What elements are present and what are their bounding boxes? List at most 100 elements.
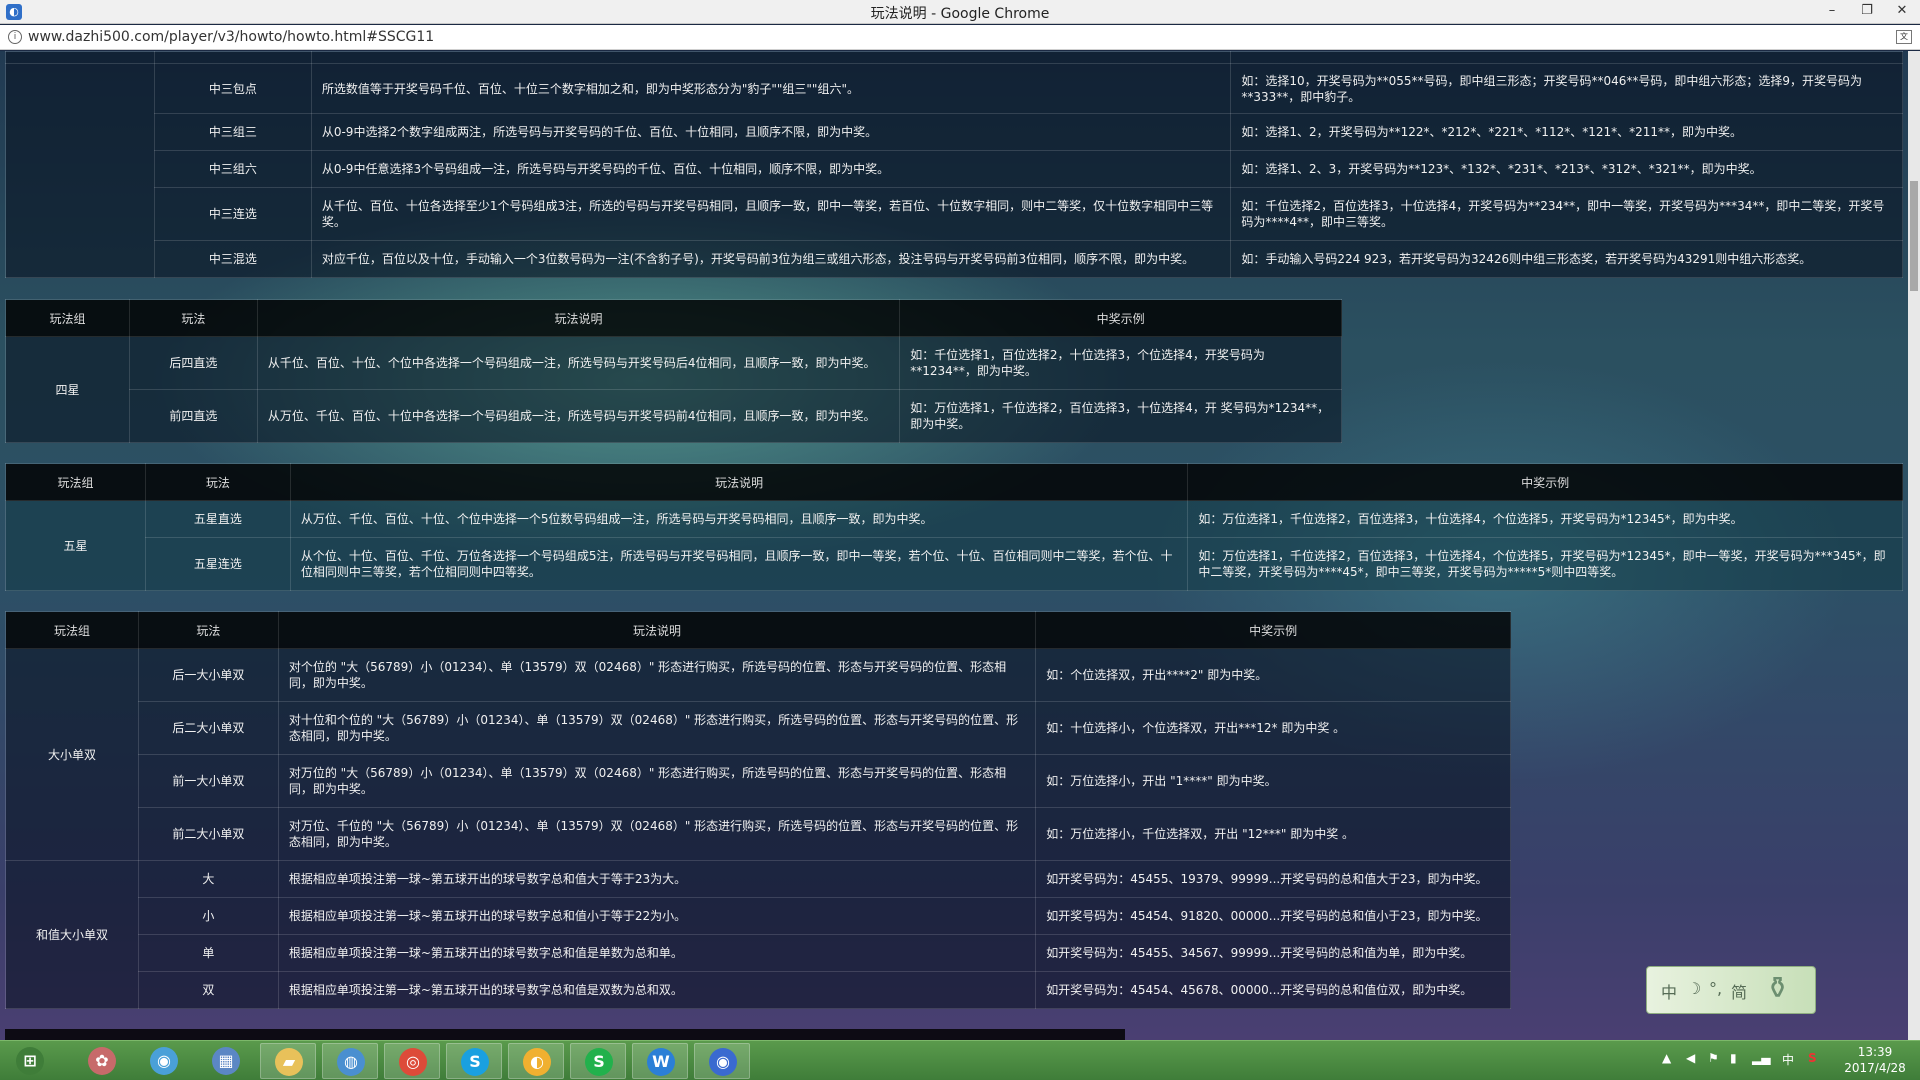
- restore-button[interactable]: ❐: [1850, 0, 1884, 22]
- desc-cell: 从0-9中任意选择3个号码组成一注，所选号码与开奖号码的千位、百位、十位相同，顺…: [310, 150, 1232, 188]
- play-cell: 中三组三: [153, 113, 312, 151]
- table-row: 中三包点 所选数值等于开奖号码千位、百位、十位三个数字相加之和，即为中奖形态分为…: [5, 63, 1903, 278]
- desc-cell: 对万位、千位的 "大（56789）小（01234）、单（13579）双（0246…: [277, 807, 1037, 861]
- page-scrollbar[interactable]: [1908, 51, 1920, 1040]
- ime-lang[interactable]: 中: [1661, 979, 1677, 1003]
- play-cell: 前二大小单双: [137, 807, 279, 861]
- folder-icon: ▰: [275, 1048, 303, 1076]
- desc-cell: 根据相应单项投注第一球~第五球开出的球号数字总和值大于等于23为大。: [277, 860, 1037, 898]
- desc-cell: 从个位、十位、百位、千位、万位各选择一个号码组成5注，所选号码与开奖号码相同，且…: [289, 537, 1189, 591]
- close-button[interactable]: ✕: [1885, 0, 1919, 22]
- network-icon: ◍: [337, 1048, 365, 1076]
- table-daxiaodanshuang: 玩法组 玩法 玩法说明 中奖示例 大小单双 后一大小单双 对个位的 "大（567…: [5, 611, 1511, 1009]
- example-cell: 如：选择1、2，开奖号码为**122*、*212*、*221*、*112*、*1…: [1230, 113, 1903, 151]
- tray-lang[interactable]: 中: [1782, 1051, 1794, 1068]
- taskbar-start-button[interactable]: ⊞: [2, 1043, 58, 1079]
- header-group: 玩法组: [5, 463, 146, 501]
- taskbar-chrome-button[interactable]: ◎: [384, 1043, 440, 1079]
- globe-icon: ◉: [150, 1047, 178, 1075]
- skype-icon: S: [461, 1048, 489, 1076]
- desc-cell: 对十位和个位的 "大（56789）小（01234）、单（13579）双（0246…: [277, 701, 1037, 755]
- moon-icon[interactable]: ☽: [1687, 979, 1701, 998]
- example-cell: 如：个位选择双，开出****2" 即为中奖。: [1035, 648, 1511, 702]
- punctuation-icon[interactable]: °,: [1709, 979, 1722, 998]
- play-cell: 中三组六: [153, 150, 312, 188]
- header-play: 玩法: [144, 463, 291, 501]
- example-cell: 如：万位选择小，千位选择双，开出 "12***" 即为中奖 。: [1035, 807, 1511, 861]
- desc-cell: 根据相应单项投注第一球~第五球开出的球号数字总和值小于等于22为小。: [277, 897, 1037, 935]
- header-group: 玩法组: [5, 611, 139, 649]
- page-viewport: 中三包点 所选数值等于开奖号码千位、百位、十位三个数字相加之和，即为中奖形态分为…: [0, 51, 1908, 1040]
- desc-cell: 根据相应单项投注第一球~第五球开出的球号数字总和值是双数为总和双。: [277, 971, 1037, 1009]
- taskbar-sheets-button[interactable]: S: [570, 1043, 626, 1079]
- taskbar-folder-button[interactable]: ▰: [260, 1043, 316, 1079]
- table-row: 中三混选 对应千位，百位以及十位，手动输入一个3位数号码为一注(不含豹子号)，开…: [6, 240, 1903, 278]
- next-table-header: [5, 1029, 1125, 1040]
- bird-icon: ✿: [88, 1047, 116, 1075]
- header-desc: 玩法说明: [289, 463, 1189, 501]
- play-cell: 中三混选: [153, 240, 312, 278]
- play-cell: 小: [137, 897, 279, 935]
- ime-width[interactable]: 简: [1731, 979, 1747, 1003]
- header-play: 玩法: [128, 299, 258, 337]
- table-row: 五星 五星直选 从万位、千位、百位、十位、个位中选择一个5位数号码组成一注，所选…: [5, 500, 1903, 591]
- volume-icon[interactable]: ◀: [1686, 1051, 1695, 1065]
- battery-icon[interactable]: ▮: [1730, 1051, 1737, 1065]
- table-row: 小 根据相应单项投注第一球~第五球开出的球号数字总和值小于等于22为小。 如开奖…: [6, 897, 1511, 935]
- example-cell: 如：千位选择1，百位选择2，十位选择3，个位选择4，开奖号码为**1234**，…: [899, 336, 1342, 390]
- taskbar-paint-button[interactable]: ◐: [508, 1043, 564, 1079]
- table-row: 中三连选 从千位、百位、十位各选择至少1个号码组成3注，所选的号码与开奖号码相同…: [6, 187, 1903, 241]
- scrollbar-thumb[interactable]: [1910, 181, 1918, 291]
- signal-icon[interactable]: ▂▄: [1752, 1051, 1770, 1065]
- clock-date: 2017/4/28: [1844, 1061, 1906, 1075]
- example-cell: 如开奖号码为：45455、19379、99999...开奖号码的总和值大于23，…: [1035, 860, 1511, 898]
- table-row: 双 根据相应单项投注第一球~第五球开出的球号数字总和值是双数为总和双。 如开奖号…: [6, 971, 1511, 1009]
- clock[interactable]: 13:39 2017/4/28: [1840, 1044, 1910, 1076]
- play-cell: 后二大小单双: [137, 701, 279, 755]
- desc-cell: 从千位、百位、十位、个位中各选择一个号码组成一注，所选号码与开奖号码后4位相同，…: [256, 336, 901, 390]
- play-cell: 五星连选: [144, 537, 291, 591]
- example-cell: 如：十位选择小，个位选择双，开出***12* 即为中奖 。: [1035, 701, 1511, 755]
- example-cell: 如：千位选择2，百位选择3，十位选择4，开奖号码为**234**，即中一等奖，开…: [1230, 187, 1903, 241]
- taskbar-bird-button[interactable]: ✿: [74, 1043, 130, 1079]
- table-row: 前一大小单双 对万位的 "大（56789）小（01234）、单（13579）双（…: [6, 754, 1511, 808]
- calculator-icon: ▦: [212, 1047, 240, 1075]
- desc-cell: 所选数值等于开奖号码千位、百位、十位三个数字相加之和，即为中奖形态分为"豹子""…: [310, 63, 1232, 114]
- flag-icon[interactable]: ⚑: [1708, 1051, 1719, 1065]
- example-cell: 如：万位选择1，千位选择2，百位选择3，十位选择4，个位选择5，开奖号码为*12…: [1187, 537, 1903, 591]
- play-cell: 五星直选: [144, 500, 291, 538]
- address-bar[interactable]: i www.dazhi500.com/player/v3/howto/howto…: [0, 25, 1920, 50]
- taskbar-globe-button[interactable]: ◉: [136, 1043, 192, 1079]
- group-cell: 四星: [5, 336, 130, 443]
- taskbar-network-button[interactable]: ◍: [322, 1043, 378, 1079]
- play-cell: 后四直选: [128, 336, 258, 390]
- example-cell: 如：选择10，开奖号码为**055**号码，即中组三形态；开奖号码**046**…: [1230, 63, 1903, 114]
- example-cell: 如开奖号码为：45454、45678、00000...开奖号码的总和值位双，即为…: [1035, 971, 1511, 1009]
- paint-icon: ◐: [523, 1048, 551, 1076]
- table-row: 前四直选 从万位、千位、百位、十位中各选择一个号码组成一注，所选号码与开奖号码前…: [6, 389, 1342, 443]
- minimize-button[interactable]: –: [1815, 0, 1849, 22]
- taskbar-firefox-button[interactable]: ◉: [694, 1043, 750, 1079]
- taskbar-calculator-button[interactable]: ▦: [198, 1043, 254, 1079]
- taskbar: ⊞ ✿ ◉ ▦ ▰ ◍ ◎ S ◐ S W ◉ ▲ ◀ ⚑ ▮ ▂▄ 中 S 13:39 2017/4…: [0, 1040, 1920, 1080]
- url-text[interactable]: www.dazhi500.com/player/v3/howto/howto.h…: [28, 29, 434, 45]
- group-cell: 大小单双: [5, 648, 139, 861]
- info-icon[interactable]: i: [8, 30, 22, 44]
- desc-cell: 根据相应单项投注第一球~第五球开出的球号数字总和值是单数为总和单。: [277, 934, 1037, 972]
- table-row: 大小单双 后一大小单双 对个位的 "大（56789）小（01234）、单（135…: [5, 648, 1511, 861]
- group-cell: [5, 63, 155, 278]
- example-cell: 如开奖号码为：45454、91820、00000...开奖号码的总和值小于23，…: [1035, 897, 1511, 935]
- desc-cell: 从0-9中选择2个数字组成两注，所选号码与开奖号码的千位、百位、十位相同，且顺序…: [310, 113, 1232, 151]
- taskbar-word-button[interactable]: W: [632, 1043, 688, 1079]
- play-cell: 前四直选: [128, 389, 258, 443]
- desc-cell: 从万位、千位、百位、十位中各选择一个号码组成一注，所选号码与开奖号码前4位相同，…: [256, 389, 901, 443]
- ime-widget[interactable]: 中 ☽ °, 简 ⚱: [1646, 966, 1816, 1014]
- header-example: 中奖示例: [1187, 463, 1903, 501]
- desc-cell: 从万位、千位、百位、十位、个位中选择一个5位数号码组成一注，所选号码与开奖号码相…: [289, 500, 1189, 538]
- play-cell: 中三连选: [153, 187, 312, 241]
- taskbar-skype-button[interactable]: S: [446, 1043, 502, 1079]
- tray-arrow-icon[interactable]: ▲: [1662, 1051, 1671, 1065]
- translate-icon[interactable]: 文: [1896, 30, 1912, 44]
- sogou-icon[interactable]: S: [1808, 1051, 1817, 1065]
- play-cell: 后一大小单双: [137, 648, 279, 702]
